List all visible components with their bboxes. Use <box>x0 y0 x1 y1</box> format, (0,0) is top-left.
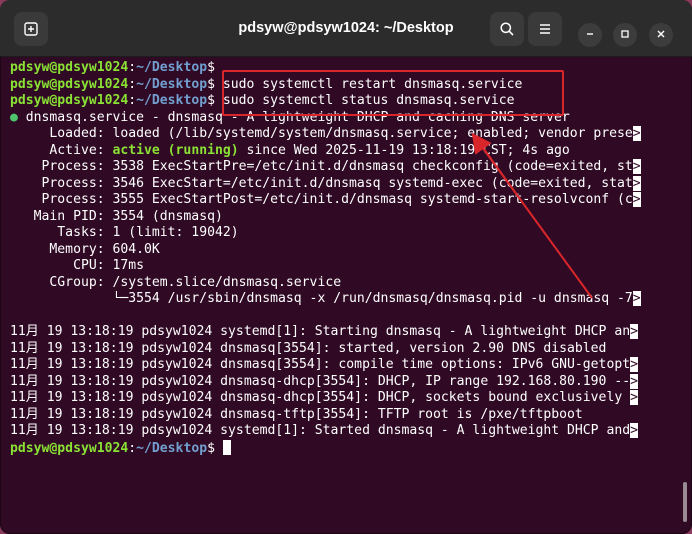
process-text: Process: 3546 ExecStart=/etc/init.d/dnsm… <box>10 175 633 191</box>
status-tasks: Tasks: 1 (limit: 19042) <box>10 225 674 242</box>
prompt-symbol: $ <box>207 76 215 92</box>
prompt-path: ~/Desktop <box>136 60 208 75</box>
status-cgroup-child: └─3554 /usr/sbin/dnsmasq -x /run/dnsmasq… <box>10 291 674 308</box>
prompt-symbol: $ <box>207 440 215 456</box>
log-line: 11月 19 13:18:19 pdsyw1024 dnsmasq-tftp[3… <box>10 407 674 424</box>
new-tab-icon <box>23 21 39 37</box>
cgroup-text: CGroup: /system.slice/dnsmasq.service <box>10 274 342 290</box>
active-state: active (running) <box>112 142 239 158</box>
status-cpu: CPU: 17ms <box>10 258 674 275</box>
status-process: Process: 3538 ExecStartPre=/etc/init.d/d… <box>10 159 674 176</box>
prompt-colon: : <box>128 440 137 456</box>
truncation-marker: > <box>632 175 641 191</box>
close-icon <box>656 26 666 44</box>
truncation-marker: > <box>632 126 641 141</box>
truncation-marker: > <box>630 357 638 372</box>
truncation-marker: > <box>632 159 641 174</box>
status-memory: Memory: 604.0K <box>10 242 674 259</box>
truncation-marker: > <box>630 390 638 405</box>
prompt-path: ~/Desktop <box>136 440 208 456</box>
status-mainpid: Main PID: 3554 (dnsmasq) <box>10 209 674 226</box>
log-line: 11月 19 13:18:19 pdsyw1024 systemd[1]: St… <box>10 324 674 341</box>
active-since: since Wed 2025-11-19 13:18:19 CST; 4s ag… <box>238 142 570 158</box>
status-process: Process: 3546 ExecStart=/etc/init.d/dnsm… <box>10 175 674 193</box>
cgroup-child-text: └─3554 /usr/sbin/dnsmasq -x /run/dnsmasq… <box>10 291 633 306</box>
search-button[interactable] <box>490 12 524 46</box>
prompt-user: pdsyw@pdsyw1024 <box>10 76 129 92</box>
log-line: 11月 19 13:18:19 pdsyw1024 dnsmasq-dhcp[3… <box>10 390 674 407</box>
prompt-symbol: $ <box>207 93 215 108</box>
status-active: Active: active (running) since Wed 2025-… <box>10 143 674 160</box>
status-process: Process: 3555 ExecStartPost=/etc/init.d/… <box>10 192 674 209</box>
truncation-marker: > <box>630 373 638 389</box>
text-cursor <box>222 439 231 455</box>
log-text: 11月 19 13:18:19 pdsyw1024 dnsmasq-dhcp[3… <box>10 390 631 405</box>
prompt-user: pdsyw@pdsyw1024 <box>10 60 129 75</box>
terminal-window: pdsyw@pdsyw1024: ~/Desktop pdsyw@pdsyw10… <box>0 0 692 534</box>
tasks-text: Tasks: 1 (limit: 19042) <box>10 225 239 240</box>
mainpid-text: Main PID: 3554 (dnsmasq) <box>10 208 223 224</box>
truncation-marker: > <box>632 192 641 207</box>
maximize-button[interactable] <box>613 23 637 47</box>
log-line: 11月 19 13:18:19 pdsyw1024 systemd[1]: St… <box>10 423 674 440</box>
prompt-path: ~/Desktop <box>136 76 208 92</box>
cpu-text: CPU: 17ms <box>10 258 145 273</box>
prompt-symbol: $ <box>207 60 215 75</box>
prompt-user: pdsyw@pdsyw1024 <box>10 93 129 108</box>
menu-button[interactable] <box>528 12 562 46</box>
log-text: 11月 19 13:18:19 pdsyw1024 dnsmasq-dhcp[3… <box>10 373 631 389</box>
prompt-colon: : <box>128 93 137 108</box>
log-text: 11月 19 13:18:19 pdsyw1024 systemd[1]: St… <box>10 423 631 438</box>
hamburger-menu-icon <box>537 21 553 37</box>
title-bar[interactable]: pdsyw@pdsyw1024: ~/Desktop <box>0 0 692 57</box>
memory-text: Memory: 604.0K <box>10 241 160 257</box>
prompt-user: pdsyw@pdsyw1024 <box>10 440 129 456</box>
log-line: 11月 19 13:18:19 pdsyw1024 dnsmasq[3554]:… <box>10 357 674 374</box>
prompt-line: pdsyw@pdsyw1024:~/Desktop$ <box>10 439 674 457</box>
truncation-marker: > <box>632 291 641 306</box>
minimize-button[interactable] <box>578 23 602 47</box>
status-loaded: Loaded: loaded (/lib/systemd/system/dnsm… <box>10 126 674 143</box>
search-icon <box>499 21 515 37</box>
terminal-output[interactable]: pdsyw@pdsyw1024:~/Desktop$ pdsyw@pdsyw10… <box>0 58 692 534</box>
log-line: 11月 19 13:18:19 pdsyw1024 dnsmasq-dhcp[3… <box>10 373 674 391</box>
process-text: Process: 3538 ExecStartPre=/etc/init.d/d… <box>10 159 633 174</box>
highlight-box <box>222 70 564 116</box>
prompt-path: ~/Desktop <box>136 93 208 108</box>
truncation-marker: > <box>630 423 638 438</box>
log-text: 11月 19 13:18:19 pdsyw1024 dnsmasq[3554]:… <box>10 340 607 356</box>
process-text: Process: 3555 ExecStartPost=/etc/init.d/… <box>10 192 633 207</box>
log-text: 11月 19 13:18:19 pdsyw1024 systemd[1]: St… <box>10 324 631 339</box>
truncation-marker: > <box>630 324 638 339</box>
close-button[interactable] <box>649 23 673 47</box>
prompt-colon: : <box>128 76 137 92</box>
log-text: 11月 19 13:18:19 pdsyw1024 dnsmasq[3554]:… <box>10 357 631 372</box>
minimize-icon <box>585 26 595 44</box>
log-line: 11月 19 13:18:19 pdsyw1024 dnsmasq[3554]:… <box>10 341 674 358</box>
status-loaded-text: Loaded: loaded (/lib/systemd/system/dnsm… <box>10 126 633 141</box>
maximize-icon <box>620 26 630 44</box>
active-label: Active: <box>10 142 113 158</box>
status-cgroup: CGroup: /system.slice/dnsmasq.service <box>10 275 674 292</box>
new-tab-button[interactable] <box>14 12 48 46</box>
prompt-colon: : <box>128 60 137 75</box>
log-text: 11月 19 13:18:19 pdsyw1024 dnsmasq-tftp[3… <box>10 406 583 422</box>
scrollbar[interactable] <box>683 482 687 522</box>
status-dot-icon: ● <box>10 109 18 125</box>
